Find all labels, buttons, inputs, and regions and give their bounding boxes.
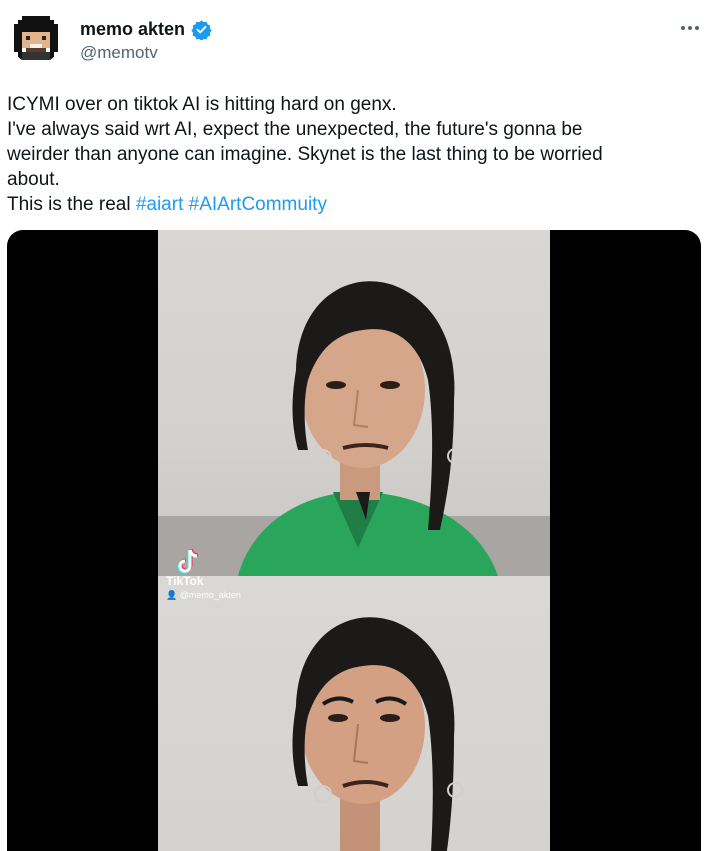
tweet-text-line-hashtags: This is the real #aiart #AIArtCommuity [7, 192, 707, 217]
person-portrait-illustration [292, 617, 463, 851]
video-still-bottom [158, 576, 550, 851]
video-still-top [158, 230, 550, 576]
more-horizontal-icon [681, 26, 699, 30]
tiktok-watermark-username: @memo_akten [179, 590, 241, 600]
handle[interactable]: @memotv [80, 43, 158, 63]
tweet-text-line: about. [7, 169, 60, 190]
tweet-card: memo akten @memotv ICYMI over on tiktok … [0, 0, 720, 851]
avatar[interactable] [10, 12, 62, 64]
verified-badge-icon[interactable] [191, 19, 212, 40]
more-options-button[interactable] [676, 14, 704, 42]
tweet-text-line: ICYMI over on tiktok AI is hitting hard … [7, 94, 397, 115]
tiktok-logo-icon [178, 548, 199, 574]
hashtag-aiart-link[interactable]: #aiart [136, 194, 184, 215]
pixel-portrait-icon [10, 12, 62, 64]
tiktok-watermark: TikTok 👤 @memo_akten [164, 548, 254, 608]
display-name-row: memo akten [80, 17, 212, 41]
person-portrait-illustration [238, 281, 498, 576]
tweet-text-prefix: This is the real [7, 194, 136, 215]
tiktok-watermark-user: 👤 @memo_akten [166, 590, 241, 601]
user-icon: 👤 [166, 590, 178, 600]
video-frame[interactable]: TikTok 👤 @memo_akten [158, 230, 550, 851]
tiktok-watermark-label: TikTok [166, 574, 204, 588]
tweet-text: ICYMI over on tiktok AI is hitting hard … [7, 92, 707, 217]
tweet-text-line: weirder than anyone can imagine. Skynet … [7, 144, 603, 165]
tweet-header: memo akten @memotv [0, 0, 720, 80]
video-media[interactable]: TikTok 👤 @memo_akten [7, 230, 701, 851]
display-name[interactable]: memo akten [80, 19, 185, 40]
tweet-text-line: I've always said wrt AI, expect the unex… [7, 119, 583, 140]
hashtag-aiartcommuity-link[interactable]: #AIArtCommuity [189, 194, 327, 215]
